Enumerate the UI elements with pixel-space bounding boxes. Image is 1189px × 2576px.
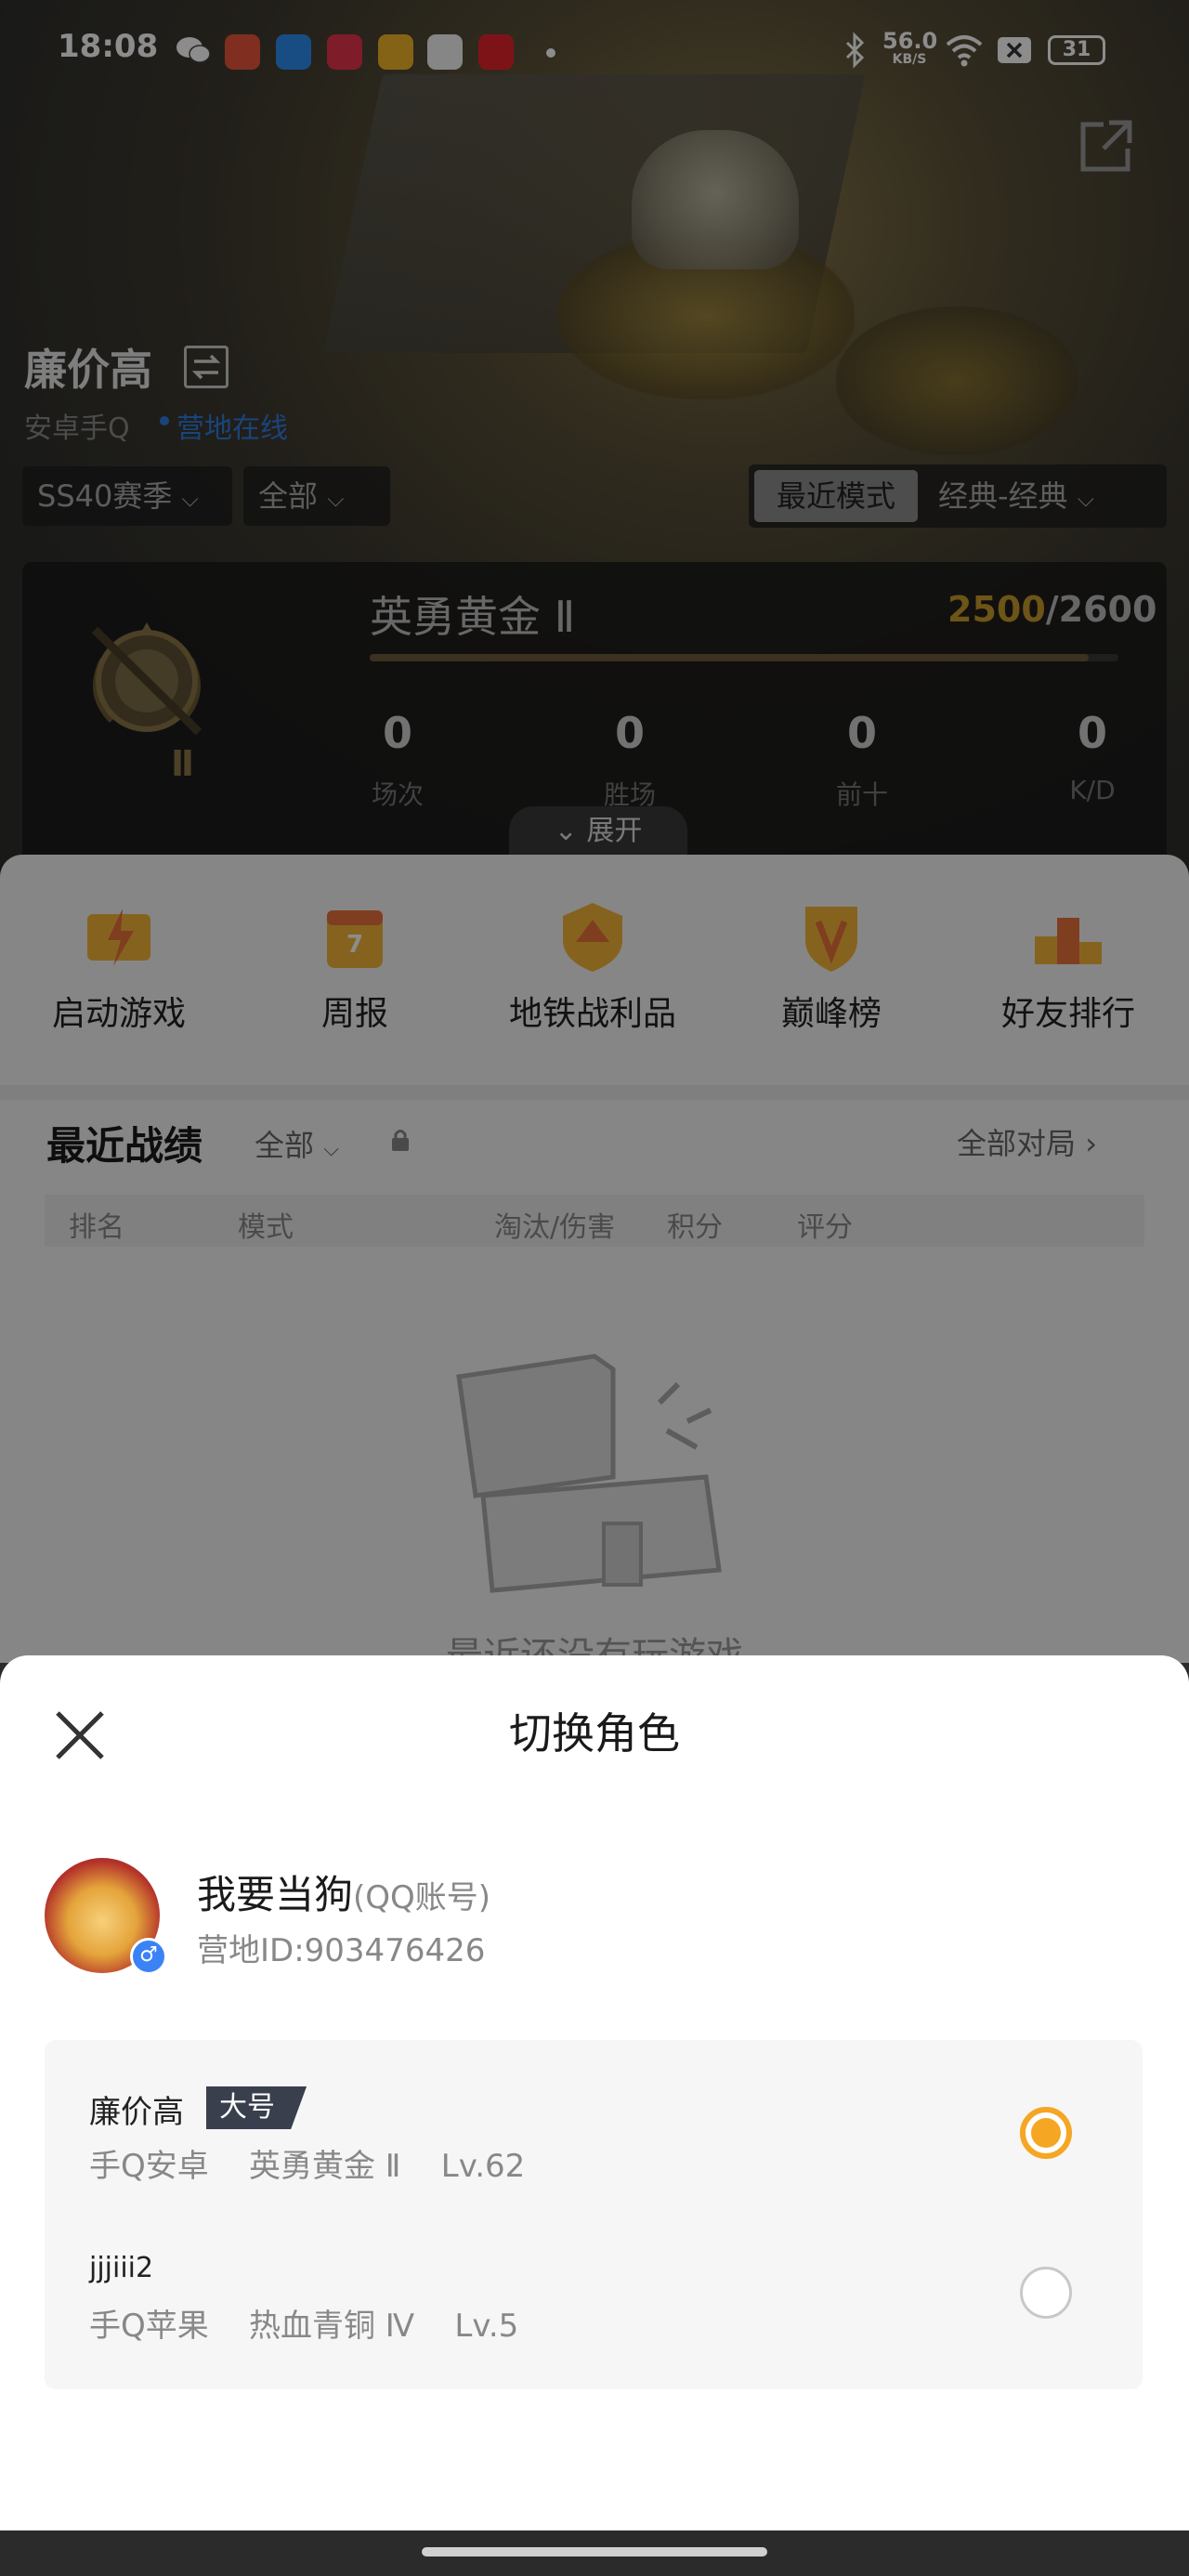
role-radio-selected[interactable]: [1020, 2107, 1072, 2159]
role-item[interactable]: [45, 2055, 1143, 2213]
account-name: 我要当狗: [197, 1872, 354, 1917]
role-platform: 手Q苹果: [89, 2308, 209, 2345]
account-type: (QQ账号): [353, 1879, 491, 1916]
home-indicator[interactable]: [422, 2547, 767, 2556]
role-info: 手Q苹果 热血青铜 Ⅳ Lv.5: [89, 2300, 518, 2346]
role-name: 廉价高: [89, 2094, 184, 2131]
role-rank: 英勇黄金 Ⅱ: [249, 2148, 401, 2185]
role-level: Lv.5: [454, 2308, 519, 2345]
account-name-line: 我要当狗(QQ账号): [197, 1863, 490, 1920]
role-rank: 热血青铜 Ⅳ: [249, 2308, 415, 2345]
sheet-title: 切换角色: [509, 1708, 680, 1759]
role-platform: 手Q安卓: [89, 2148, 209, 2185]
role-info: 手Q安卓 英勇黄金 Ⅱ Lv.62: [89, 2140, 525, 2186]
role-level: Lv.62: [440, 2148, 526, 2185]
modal-backdrop[interactable]: [0, 0, 1189, 1663]
male-icon: ♂: [130, 1938, 167, 1975]
camp-id: 营地ID:903476426: [197, 1932, 486, 1969]
role-name: jjjiii2: [89, 2252, 154, 2284]
radio-dot: [1031, 2118, 1061, 2148]
role-radio-unselected[interactable]: [1020, 2267, 1072, 2319]
